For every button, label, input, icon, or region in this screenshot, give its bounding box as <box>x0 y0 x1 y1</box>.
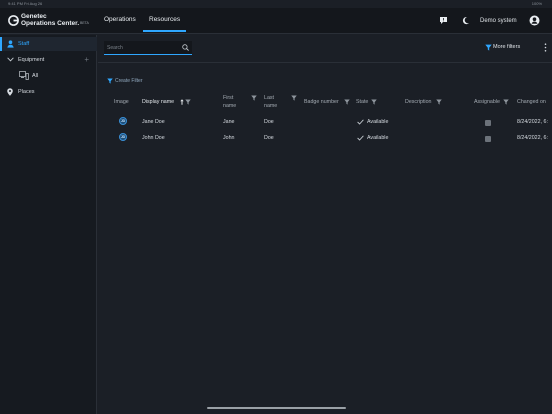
column-filter-icon[interactable] <box>371 99 377 105</box>
cell-changed-on: 8/24/2022, 6: <box>517 135 548 141</box>
more-filters-button[interactable]: More filters <box>485 44 521 51</box>
column-header-first-name-line2[interactable]: name <box>223 102 236 110</box>
sidebar-item-all[interactable]: All <box>0 69 97 83</box>
cell-first-name: John <box>223 135 235 141</box>
search-box[interactable] <box>104 41 192 55</box>
avatar: JD <box>119 117 127 125</box>
sort-ascending-icon[interactable] <box>180 99 184 105</box>
feedback-icon[interactable] <box>439 16 448 25</box>
genetec-logo-icon <box>8 15 19 26</box>
column-filter-icon[interactable] <box>251 95 257 101</box>
add-icon[interactable]: + <box>84 55 89 64</box>
tab-resources[interactable]: Resources <box>143 16 187 32</box>
person-icon <box>7 40 14 48</box>
tab-operations[interactable]: Operations <box>104 16 136 30</box>
checkmark-icon <box>357 135 364 141</box>
create-filter-label: Create Filter <box>115 78 143 84</box>
cell-first-name: Jane <box>223 119 235 125</box>
toolbar: More filters <box>98 35 552 63</box>
chevron-down-icon <box>7 57 14 62</box>
assignable-checkbox[interactable] <box>485 136 491 142</box>
cell-last-name: Doe <box>264 119 274 125</box>
cell-display-name[interactable]: Jane Doe <box>142 119 165 125</box>
column-header-last-name-line1[interactable]: Last <box>264 94 274 102</box>
search-icon[interactable] <box>182 44 189 51</box>
cell-state: Available <box>367 119 389 125</box>
filter-icon <box>107 78 113 84</box>
column-header-image: Image <box>114 99 129 105</box>
sidebar-item-places[interactable]: Places <box>0 85 97 99</box>
sidebar-item-label: All <box>32 73 39 79</box>
user-name[interactable]: Demo system <box>480 18 517 24</box>
beta-badge: BETA <box>80 21 89 25</box>
more-options-icon[interactable] <box>544 43 547 52</box>
avatar: JD <box>119 133 127 141</box>
column-header-last-name-line2[interactable]: name <box>264 102 277 110</box>
cell-display-name[interactable]: John Doe <box>142 135 165 141</box>
dark-mode-icon[interactable] <box>461 16 470 25</box>
status-time: 9:41 PM Fri Aug 26 <box>8 1 43 6</box>
column-filter-icon[interactable] <box>503 99 509 105</box>
column-filter-icon[interactable] <box>436 99 442 105</box>
logo-line-2: Operations Center. <box>21 20 80 27</box>
active-indicator <box>0 37 2 51</box>
sidebar-item-label: Equipment <box>18 57 45 63</box>
filter-icon <box>485 44 492 51</box>
top-bar: Genetec Operations Center. BETA Operatio… <box>0 8 552 34</box>
logo-line-1: Genetec <box>21 13 47 20</box>
home-indicator[interactable] <box>207 407 346 409</box>
column-filter-icon[interactable] <box>185 99 191 105</box>
cell-state: Available <box>367 135 389 141</box>
equipment-icon <box>19 71 29 80</box>
column-header-display-name[interactable]: Display name <box>142 98 174 106</box>
status-battery: 100% <box>531 1 542 6</box>
column-header-assignable[interactable]: Assignable <box>474 98 500 106</box>
column-header-changed-on[interactable]: Changed on <box>517 98 546 106</box>
app-logo[interactable]: Genetec Operations Center. BETA <box>8 13 89 31</box>
checkmark-icon <box>357 119 364 125</box>
assignable-checkbox[interactable] <box>485 120 491 126</box>
sidebar-item-label: Places <box>18 89 35 95</box>
user-icon[interactable] <box>529 15 540 26</box>
column-filter-icon[interactable] <box>291 95 297 101</box>
sidebar: Staff Equipment + All Places <box>0 35 97 414</box>
column-header-badge-number[interactable]: Badge number <box>304 98 339 106</box>
cell-changed-on: 8/24/2022, 6: <box>517 119 548 125</box>
column-header-first-name-line1[interactable]: First <box>223 94 233 102</box>
sidebar-item-staff[interactable]: Staff <box>0 37 97 51</box>
pin-icon <box>7 88 13 96</box>
sidebar-item-equipment[interactable]: Equipment + <box>0 53 97 67</box>
more-filters-label: More filters <box>493 44 521 50</box>
cell-last-name: Doe <box>264 135 274 141</box>
main-content: More filters Create Filter Image Display… <box>98 35 552 414</box>
sidebar-item-label: Staff <box>18 41 30 47</box>
status-bar: 9:41 PM Fri Aug 26 100% <box>0 0 552 8</box>
column-header-description[interactable]: Description <box>405 98 432 106</box>
column-header-state[interactable]: State <box>356 98 368 106</box>
column-filter-icon[interactable] <box>344 99 350 105</box>
search-input[interactable] <box>104 41 179 54</box>
